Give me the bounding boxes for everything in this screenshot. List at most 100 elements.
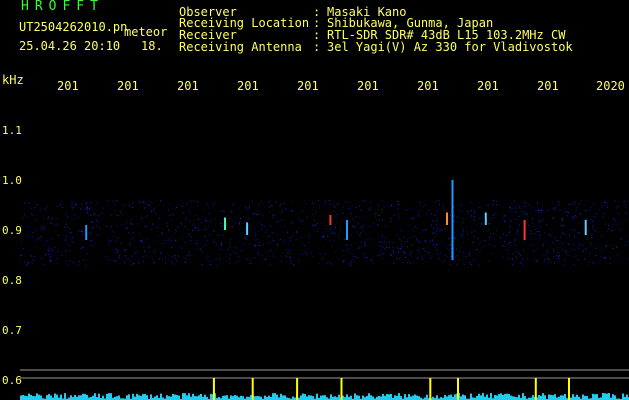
- noise-pixel: [456, 248, 457, 250]
- level-bar: [34, 396, 36, 400]
- noise-pixel: [572, 255, 574, 257]
- noise-pixel: [320, 259, 322, 261]
- noise-pixel: [493, 233, 495, 235]
- noise-pixel: [416, 227, 418, 229]
- noise-pixel: [201, 264, 202, 266]
- noise-pixel: [259, 212, 261, 214]
- noise-pixel: [90, 232, 92, 234]
- noise-pixel: [343, 254, 345, 256]
- noise-pixel: [533, 250, 535, 252]
- level-bar: [234, 395, 236, 400]
- noise-pixel: [267, 201, 269, 203]
- noise-pixel: [585, 209, 587, 211]
- file-name: UT2504262010.pn: [19, 20, 128, 34]
- level-bar: [480, 395, 482, 400]
- noise-pixel: [231, 210, 233, 212]
- noise-pixel: [561, 210, 563, 212]
- noise-pixel: [215, 244, 217, 246]
- noise-pixel: [625, 204, 627, 206]
- noise-pixel: [219, 256, 221, 258]
- noise-pixel: [607, 206, 609, 208]
- noise-pixel: [120, 211, 122, 213]
- noise-pixel: [561, 217, 563, 219]
- noise-pixel: [566, 215, 568, 217]
- noise-pixel: [466, 226, 468, 228]
- noise-pixel: [114, 209, 116, 211]
- noise-pixel: [565, 251, 567, 253]
- noise-pixel: [246, 239, 247, 241]
- noise-pixel: [448, 250, 450, 252]
- noise-pixel: [175, 206, 177, 208]
- noise-pixel: [502, 256, 504, 258]
- level-bar: [82, 393, 84, 400]
- noise-pixel: [557, 251, 559, 253]
- noise-pixel: [265, 229, 267, 231]
- noise-pixel: [446, 246, 447, 248]
- noise-pixel: [170, 240, 172, 242]
- noise-pixel: [406, 246, 408, 248]
- noise-pixel: [425, 250, 426, 252]
- noise-pixel: [439, 229, 441, 231]
- noise-pixel: [93, 247, 95, 249]
- level-bar: [394, 395, 396, 400]
- noise-pixel: [512, 253, 514, 254]
- noise-pixel: [81, 230, 83, 232]
- noise-pixel: [532, 244, 534, 246]
- noise-pixel: [553, 215, 555, 217]
- level-bar: [128, 394, 130, 400]
- level-bar: [174, 394, 176, 400]
- noise-pixel: [48, 216, 49, 218]
- noise-pixel: [572, 244, 574, 246]
- noise-pixel: [625, 202, 627, 204]
- noise-pixel: [89, 240, 91, 242]
- noise-pixel: [337, 249, 339, 250]
- level-bar: [358, 395, 360, 400]
- noise-pixel: [124, 249, 125, 251]
- noise-pixel: [409, 237, 411, 239]
- noise-pixel: [280, 203, 282, 205]
- level-bar: [586, 395, 588, 400]
- noise-pixel: [104, 256, 106, 258]
- noise-pixel: [471, 201, 473, 203]
- level-bar: [560, 395, 562, 400]
- noise-pixel: [531, 223, 533, 224]
- noise-pixel: [87, 234, 89, 236]
- level-bar: [592, 393, 594, 400]
- noise-pixel: [21, 225, 23, 227]
- noise-pixel: [80, 230, 82, 232]
- noise-pixel: [334, 240, 335, 242]
- noise-pixel: [28, 236, 30, 238]
- noise-pixel: [159, 258, 160, 260]
- noise-pixel: [587, 239, 589, 240]
- noise-pixel: [65, 227, 66, 228]
- noise-pixel: [554, 262, 555, 264]
- level-bar: [116, 396, 118, 400]
- level-bar: [390, 393, 392, 400]
- level-bar: [84, 393, 86, 400]
- level-bar: [160, 393, 162, 400]
- noise-pixel: [441, 260, 443, 262]
- noise-pixel: [613, 223, 615, 225]
- noise-pixel: [311, 202, 313, 204]
- level-bar: [200, 394, 202, 400]
- noise-pixel: [85, 205, 87, 207]
- noise-pixel: [182, 206, 184, 207]
- noise-pixel: [618, 206, 620, 207]
- noise-pixel: [488, 204, 490, 206]
- noise-pixel: [325, 253, 326, 255]
- noise-pixel: [346, 244, 348, 246]
- noise-pixel: [473, 215, 475, 217]
- noise-pixel: [227, 248, 229, 250]
- noise-pixel: [558, 200, 560, 202]
- noise-pixel: [454, 232, 456, 234]
- noise-pixel: [543, 245, 545, 247]
- level-bar: [486, 394, 488, 400]
- noise-pixel: [197, 219, 199, 220]
- noise-pixel: [114, 249, 116, 251]
- noise-pixel: [545, 211, 547, 213]
- noise-pixel: [421, 248, 423, 250]
- noise-pixel: [565, 253, 567, 255]
- noise-pixel: [66, 211, 68, 212]
- noise-pixel: [514, 244, 516, 246]
- noise-pixel: [140, 201, 142, 203]
